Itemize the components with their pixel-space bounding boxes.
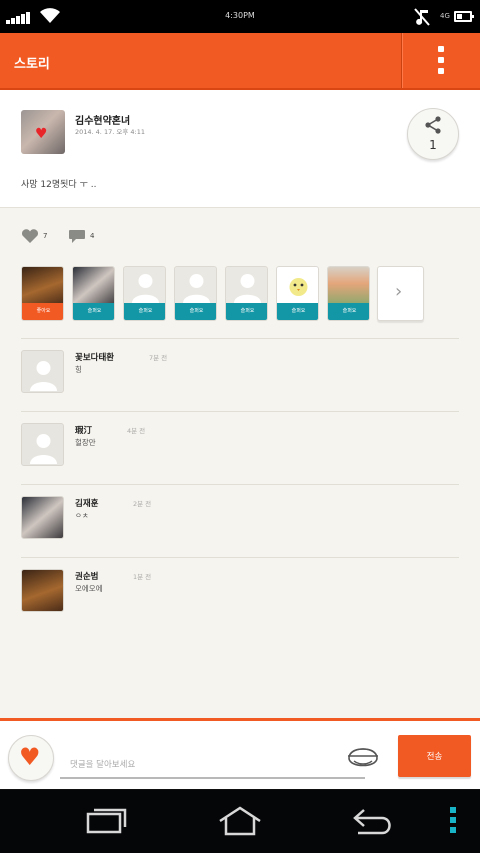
mute-icon [414,8,430,26]
share-button[interactable]: 1 [407,108,459,160]
comment-text: 헐장만 [75,438,96,447]
app-bar: 스토리 [0,33,480,90]
liker-photo [328,267,369,304]
reaction-label: 슬퍼요 [73,303,114,320]
comment-text: ㅇㅊ [75,511,89,520]
commenter-name[interactable]: 瑕汀 [75,424,92,436]
reaction-label: 좋아요 [22,303,63,320]
reaction-label: 슬퍼요 [226,303,267,320]
recent-apps-icon[interactable] [86,805,128,835]
comment-time: 1분 전 [133,573,152,581]
liker-item[interactable]: 슬퍼요 [276,266,319,321]
liker-list: 좋아요 슬퍼요 슬퍼요 슬퍼요 슬퍼요 슬퍼요 슬퍼요 › [21,266,461,322]
comment-item: 권순범 1분 전 오에오에 [21,557,459,629]
system-navigation-bar [0,789,480,853]
comment-item: 瑕汀 4분 전 헐장만 [21,411,459,483]
commenter-name[interactable]: 꽃보다태환 [75,351,114,363]
share-count: 1 [429,138,437,152]
comment-stat[interactable]: 4 [68,229,108,245]
network-type: 4G [440,12,450,20]
overflow-menu-button[interactable] [402,33,480,88]
liker-item[interactable]: 슬퍼요 [174,266,217,321]
battery-icon [454,11,474,22]
post-content: 사망 12명됫다 ㅜ .. [21,180,97,190]
comment-item: 꽃보다태환 7분 전 힝 [21,338,459,410]
commenter-name[interactable]: 김재훈 [75,497,98,509]
liker-photo [22,267,63,304]
heart-icon [22,229,38,243]
divider [21,557,459,558]
comment-composer: ♥ 전송 [0,718,480,789]
heart-icon: ♥ [19,743,41,771]
clock: 4:30PM [225,11,255,20]
commenter-name[interactable]: 권순범 [75,570,98,582]
reaction-label: 슬퍼요 [175,303,216,320]
divider [21,338,459,339]
heart-sticker-icon: ♥ [35,126,48,142]
default-avatar-icon [175,267,216,304]
like-stat[interactable]: 7 [21,229,61,245]
chevron-right-icon: › [395,281,403,302]
page-title: 스토리 [14,57,50,72]
author-name[interactable]: 김수현약혼녀 [75,112,130,127]
emoticon-button[interactable] [345,738,381,772]
comment-time: 7분 전 [149,354,168,362]
liker-item[interactable]: 슬퍼요 [123,266,166,321]
default-avatar-icon[interactable] [21,350,64,393]
like-count: 7 [43,232,48,240]
liker-item[interactable]: 슬퍼요 [72,266,115,321]
reaction-label: 슬퍼요 [328,303,369,320]
liker-item[interactable]: 슬퍼요 [225,266,268,321]
comment-item: 김재훈 2분 전 ㅇㅊ [21,484,459,556]
liker-item[interactable]: 슬퍼요 [327,266,370,321]
status-bar: 4:30PM 4G [0,0,480,33]
author-avatar[interactable]: ♥ [21,110,65,154]
share-icon [425,116,441,134]
send-button[interactable]: 전송 [398,735,471,777]
commenter-avatar[interactable] [21,496,64,539]
divider [21,484,459,485]
reaction-label: 슬퍼요 [124,303,165,320]
overflow-icon[interactable] [450,807,456,837]
more-likers-button[interactable]: › [377,266,424,321]
comment-count: 4 [90,232,95,240]
default-avatar-icon [124,267,165,304]
default-avatar-icon [226,267,267,304]
chick-avatar-icon [277,267,318,304]
commenter-avatar[interactable] [21,569,64,612]
divider [21,411,459,412]
home-icon[interactable] [216,805,264,837]
comment-time: 2분 전 [133,500,152,508]
back-icon[interactable] [350,805,396,837]
post-date: 2014. 4. 17. 오후 4:11 [75,128,145,136]
overflow-menu-icon [438,46,444,52]
comment-time: 4분 전 [127,427,146,435]
reaction-label: 슬퍼요 [277,303,318,320]
default-avatar-icon[interactable] [21,423,64,466]
comment-text: 오에오에 [75,584,103,593]
like-button[interactable]: ♥ [8,735,54,781]
comment-input[interactable] [60,741,365,779]
comment-icon [69,230,85,243]
comment-text: 힝 [75,365,82,374]
liker-item[interactable]: 좋아요 [21,266,64,321]
liker-photo [73,267,114,304]
